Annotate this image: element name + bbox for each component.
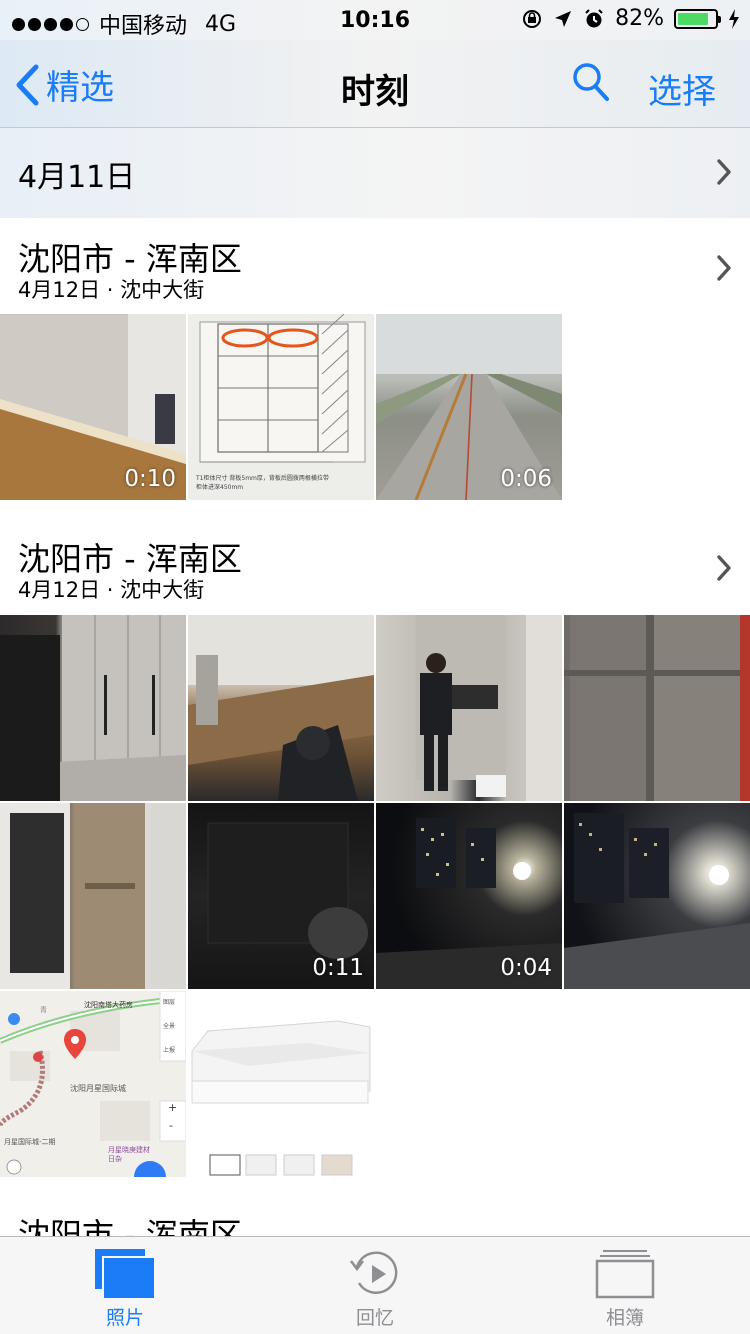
charging-bolt-icon: [729, 8, 739, 29]
status-right: 82%: [521, 6, 740, 31]
photo-thumbnail[interactable]: 0:10: [0, 314, 186, 500]
video-duration: 0:10: [124, 466, 176, 492]
photo-thumbnail[interactable]: [0, 803, 186, 989]
photo-thumbnail[interactable]: [0, 615, 186, 801]
moment-header[interactable]: 沈阳市 - 浑南区 4月12日 · 沈中大街: [0, 518, 750, 614]
status-bar: 中国移动 4G 10:16 82%: [0, 0, 750, 40]
thumbnail-image: [0, 615, 186, 801]
moment-subtitle: 4月12日 · 沈中大街: [18, 278, 205, 302]
map-poi-label: 月星晓庚建材日杂: [108, 1146, 150, 1163]
photo-thumbnail[interactable]: [564, 615, 750, 801]
photo-thumbnail[interactable]: T1柜体尺寸 背板5mm厚，背板后圆拨两根横拉带 柜体进深450mm: [188, 314, 374, 500]
albums-icon: [595, 1250, 655, 1299]
map-layer-label: 图层: [163, 999, 176, 1006]
thumbnail-image: [564, 615, 750, 801]
memories-icon: [350, 1251, 398, 1294]
chevron-right-icon: [717, 255, 731, 281]
chevron-right-icon: [717, 159, 731, 185]
thumbnail-image: [0, 803, 186, 989]
video-thumbnail[interactable]: 0:06: [376, 314, 562, 500]
tab-label: 相簿: [605, 1307, 644, 1329]
select-button[interactable]: 选择: [648, 64, 716, 113]
photo-thumbnail[interactable]: [564, 803, 750, 989]
navigation-bar: 精选 时刻 选择: [0, 40, 750, 128]
map-pin-icon: [64, 1029, 86, 1059]
tab-photos[interactable]: 照片: [0, 1237, 250, 1334]
battery-percent: 82%: [615, 6, 664, 31]
tab-albums[interactable]: 相簿: [500, 1237, 750, 1334]
photos-icon: [95, 1249, 155, 1299]
photo-thumbnail[interactable]: [188, 991, 374, 1177]
battery-icon: [674, 8, 721, 29]
collapsed-date-section[interactable]: 4月11日: [0, 128, 750, 218]
moment-header[interactable]: 沈阳市 - 浑南区: [0, 1178, 750, 1254]
map-poi-label: 沈阳南塔大药房: [84, 1001, 133, 1009]
video-duration: 0:06: [500, 466, 552, 492]
tab-bar: 照片 回忆 相簿: [0, 1236, 750, 1334]
tab-label: 回忆: [355, 1307, 394, 1329]
floor-plan-caption: T1柜体尺寸 背板5mm厚，背板后圆拨两根横拉带 柜体进深450mm: [196, 475, 329, 491]
map-screenshot-thumbnail[interactable]: 沈阳南塔大药房 沈阳月星国际城 月星国际城-二期 月星晓庚建材日杂 青 图层 全…: [0, 991, 186, 1177]
moment-header[interactable]: 沈阳市 - 浑南区 4月12日 · 沈中大街: [0, 218, 750, 314]
tab-label: 照片: [105, 1307, 144, 1329]
chevron-right-icon: [717, 555, 731, 581]
map-zoom-out-label: -: [169, 1119, 173, 1132]
map-road-label: 青: [40, 1006, 47, 1014]
thumbnail-image: [416, 615, 562, 801]
map-zoom-in-label: +: [168, 1101, 178, 1114]
tab-memories[interactable]: 回忆: [250, 1237, 500, 1334]
floor-plan-image: [199, 314, 366, 463]
moment-subtitle: 4月12日 · 沈中大街: [18, 578, 205, 602]
map-poi-label: 沈阳月星国际城: [70, 1084, 126, 1093]
photo-thumbnail[interactable]: [376, 615, 562, 801]
map-poi-label: 月星国际城-二期: [4, 1138, 56, 1146]
page-title: 时刻: [341, 72, 409, 112]
thumbnail-image: [191, 1020, 371, 1176]
section-date: 4月11日: [18, 160, 136, 195]
photo-thumbnail[interactable]: [188, 615, 374, 801]
video-duration: 0:04: [500, 955, 552, 981]
battery-level: [678, 12, 708, 25]
thumbnail-image: [188, 615, 374, 801]
map-report-label: 上报: [163, 1047, 176, 1054]
search-button[interactable]: [572, 62, 610, 106]
alarm-icon: [585, 8, 603, 27]
rotation-lock-icon: [523, 9, 542, 28]
map-panorama-label: 全景: [163, 1023, 176, 1030]
video-thumbnail[interactable]: 0:11: [188, 803, 374, 989]
video-duration: 0:11: [312, 955, 364, 981]
video-thumbnail[interactable]: 0:04: [376, 803, 562, 989]
location-arrow-icon: [555, 10, 572, 27]
thumbnail-image: [564, 813, 750, 989]
search-icon: [573, 63, 609, 101]
